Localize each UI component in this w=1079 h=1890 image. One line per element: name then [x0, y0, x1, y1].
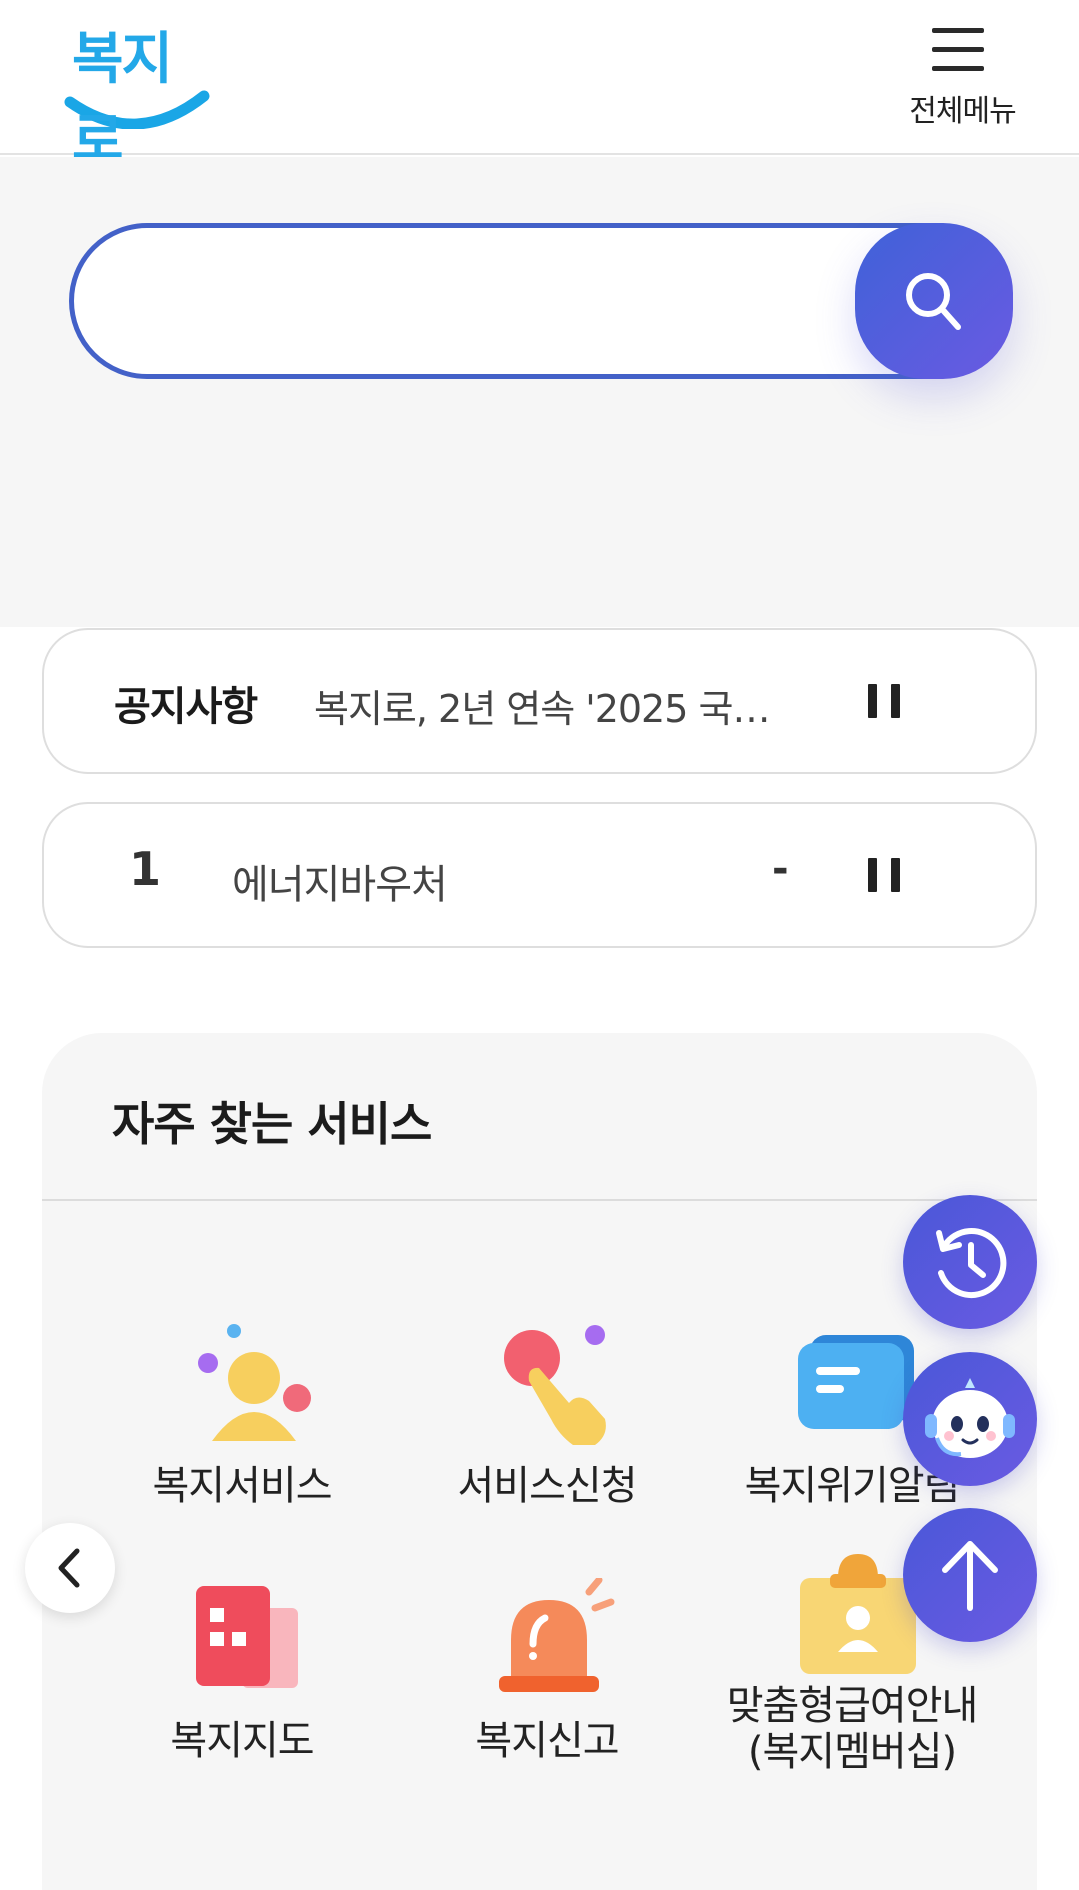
- service-label: 맞춤형급여안내 (복지멤버십): [692, 1683, 1012, 1775]
- services-title: 자주 찾는 서비스: [112, 1097, 432, 1151]
- bokjiro-logo[interactable]: 복지로: [62, 14, 212, 173]
- chevron-left-icon: [58, 1548, 80, 1588]
- person-icon: [198, 1324, 311, 1441]
- rank-change: -: [772, 846, 789, 892]
- notice-banner[interactable]: 공지사항 복지로, 2년 연속 '2025 국…: [42, 628, 1037, 774]
- notice-text[interactable]: 복지로, 2년 연속 '2025 국…: [314, 678, 844, 733]
- logo-text: 복지로: [72, 27, 173, 173]
- service-label: 복지서비스: [152, 1463, 333, 1509]
- divider: [42, 1199, 1037, 1201]
- hand-tap-icon: [504, 1325, 606, 1445]
- notice-title: 공지사항: [114, 684, 258, 730]
- rank-keyword[interactable]: 에너지바우처: [232, 852, 448, 910]
- siren-icon: [499, 1578, 615, 1692]
- search-icon: [906, 273, 961, 330]
- service-apply[interactable]: 서비스신청: [387, 1323, 687, 1543]
- popular-keyword-banner[interactable]: 1 에너지바우처 -: [42, 802, 1037, 948]
- ranking-pause-button[interactable]: [859, 854, 909, 898]
- map-building-icon: [196, 1586, 298, 1688]
- service-welfare[interactable]: 복지서비스: [82, 1323, 382, 1543]
- service-welfare-report[interactable]: 복지신고: [387, 1578, 687, 1798]
- full-menu-label: 전체메뉴: [909, 94, 1016, 129]
- arrow-up-icon: [942, 1541, 998, 1611]
- pause-icon: [868, 858, 877, 892]
- service-welfare-map[interactable]: 복지지도: [82, 1578, 382, 1798]
- chatbot-icon: [925, 1378, 1015, 1458]
- service-label: 복지지도: [170, 1718, 314, 1764]
- service-label-line2: (복지멤버십): [747, 1729, 957, 1775]
- history-icon: [936, 1228, 1007, 1299]
- notice-pause-button[interactable]: [859, 680, 909, 724]
- full-menu-button[interactable]: 전체메뉴: [900, 20, 1025, 130]
- hamburger-icon: [932, 28, 986, 72]
- carousel-prev-button[interactable]: [25, 1523, 115, 1613]
- search-section: [0, 157, 1079, 627]
- recent-history-button[interactable]: [903, 1195, 1037, 1329]
- scroll-top-button[interactable]: [903, 1508, 1037, 1642]
- service-label: 복지신고: [475, 1718, 619, 1764]
- search-input[interactable]: [114, 268, 854, 338]
- clipboard-person-icon: [800, 1554, 916, 1674]
- rank-number: 1: [129, 842, 162, 896]
- frequent-services-panel: 자주 찾는 서비스 복지서비스 서비스신청 복지위기알림 복지지도 복지신고 맞…: [42, 1033, 1037, 1890]
- chatbot-button[interactable]: [903, 1352, 1037, 1486]
- service-label-line1: 맞춤형급여안내: [726, 1683, 979, 1729]
- chat-bubble-icon: [798, 1335, 914, 1429]
- search-button[interactable]: [855, 223, 1013, 379]
- header: 복지로 전체메뉴: [0, 0, 1079, 173]
- service-label: 서비스신청: [457, 1463, 638, 1509]
- pause-icon: [868, 684, 877, 718]
